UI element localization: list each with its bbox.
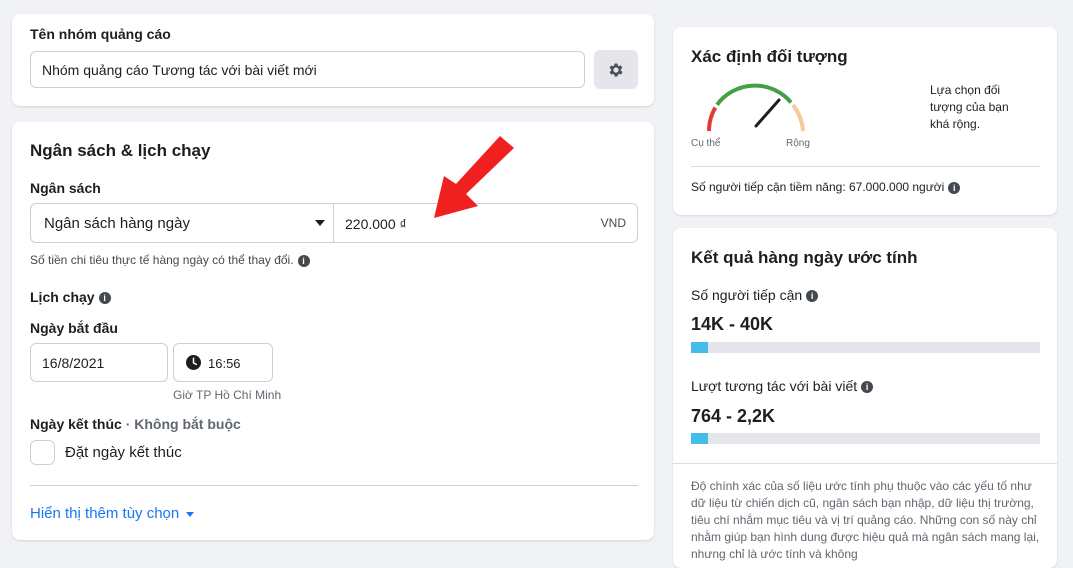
start-date-label: Ngày bắt đầu bbox=[30, 320, 118, 336]
divider bbox=[673, 463, 1057, 464]
reach-value: 14K - 40K bbox=[691, 314, 774, 334]
timezone-label: Giờ TP Hồ Chí Minh bbox=[173, 388, 282, 402]
end-date-label: Ngày kết thúc · Không bắt buộc bbox=[30, 416, 241, 432]
caret-down-icon bbox=[315, 220, 325, 226]
divider bbox=[691, 166, 1040, 167]
ad-set-name-label: Tên nhóm quảng cáo bbox=[30, 26, 171, 42]
start-date-value: 16/8/2021 bbox=[42, 355, 105, 371]
budget-type-dropdown[interactable]: Ngân sách hàng ngày bbox=[30, 203, 338, 243]
budget-amount-value: 220.000 ₫ bbox=[345, 216, 407, 232]
caret-down-icon bbox=[186, 511, 195, 517]
audience-definition-card: Xác định đối tượng Cụ thể Rộng Lựa chọn … bbox=[673, 27, 1057, 215]
reach-bar-fill bbox=[691, 342, 709, 353]
estimated-results-card: Kết quả hàng ngày ước tính Số người tiếp… bbox=[673, 228, 1057, 568]
reach-label: Số người tiếp cận i bbox=[691, 287, 819, 303]
currency-label: VND bbox=[600, 216, 626, 230]
info-icon[interactable]: i bbox=[861, 381, 874, 394]
schedule-label: Lịch chạy i bbox=[30, 289, 111, 305]
end-date-label-text: Ngày kết thúc bbox=[30, 416, 122, 432]
budget-schedule-card: Ngân sách & lịch chạy Ngân sách Ngân sác… bbox=[12, 122, 654, 540]
budget-label: Ngân sách bbox=[30, 180, 101, 196]
engagement-value: 764 - 2,2K bbox=[691, 406, 776, 426]
gauge-left-label: Cụ thể bbox=[691, 138, 721, 149]
audience-description: Lựa chọn đối tượng của bạn khá rộng. bbox=[930, 83, 1009, 131]
end-date-checkbox-label[interactable]: Đặt ngày kết thúc bbox=[65, 444, 182, 461]
start-time-input[interactable]: 16:56 bbox=[173, 343, 273, 382]
show-more-text: Hiển thị thêm tùy chọn bbox=[30, 505, 180, 522]
budget-type-value: Ngân sách hàng ngày bbox=[44, 215, 190, 232]
engagement-bar bbox=[691, 433, 1040, 444]
schedule-label-text: Lịch chạy bbox=[30, 289, 95, 305]
red-arrow-annotation bbox=[434, 136, 514, 218]
info-icon[interactable]: i bbox=[948, 181, 961, 194]
engagement-bar-fill bbox=[691, 433, 709, 444]
potential-reach: Số người tiếp cận tiềm năng: 67.000.000 … bbox=[691, 180, 961, 194]
estimates-disclaimer: Độ chính xác của số liệu ước tính phụ th… bbox=[691, 479, 1040, 561]
estimates-title: Kết quả hàng ngày ước tính bbox=[691, 248, 918, 267]
gauge-right-label: Rộng bbox=[786, 138, 810, 149]
clock-icon bbox=[186, 355, 201, 370]
reach-bar bbox=[691, 342, 1040, 353]
divider bbox=[30, 485, 638, 486]
end-date-optional: · Không bắt buộc bbox=[125, 416, 241, 432]
ad-set-name-card: Tên nhóm quảng cáo Nhóm quảng cáo Tương … bbox=[12, 14, 654, 106]
engagement-label: Lượt tương tác với bài viết i bbox=[691, 378, 874, 394]
gear-icon bbox=[609, 63, 623, 77]
audience-title: Xác định đối tượng bbox=[691, 47, 848, 66]
start-date-input[interactable]: 16/8/2021 bbox=[30, 343, 168, 382]
settings-button[interactable] bbox=[594, 50, 638, 89]
show-more-options-link[interactable]: Hiển thị thêm tùy chọn bbox=[30, 505, 195, 522]
reach-label-text: Số người tiếp cận bbox=[691, 287, 803, 303]
info-icon[interactable]: i bbox=[297, 254, 310, 267]
info-icon[interactable]: i bbox=[98, 292, 111, 305]
potential-reach-text: Số người tiếp cận tiềm năng: 67.000.000 … bbox=[691, 180, 945, 194]
ad-set-name-input[interactable]: Nhóm quảng cáo Tương tác với bài viết mớ… bbox=[30, 51, 585, 88]
budget-note-text: Số tiền chi tiêu thực tế hàng ngày có th… bbox=[30, 253, 294, 267]
info-icon[interactable]: i bbox=[806, 290, 819, 303]
budget-schedule-title: Ngân sách & lịch chạy bbox=[30, 141, 211, 160]
start-time-value: 16:56 bbox=[208, 356, 241, 371]
audience-gauge bbox=[707, 83, 805, 132]
engagement-label-text: Lượt tương tác với bài viết bbox=[691, 378, 858, 394]
ad-set-name-value: Nhóm quảng cáo Tương tác với bài viết mớ… bbox=[42, 62, 317, 78]
budget-note: Số tiền chi tiêu thực tế hàng ngày có th… bbox=[30, 253, 310, 267]
end-date-checkbox[interactable] bbox=[30, 440, 55, 465]
